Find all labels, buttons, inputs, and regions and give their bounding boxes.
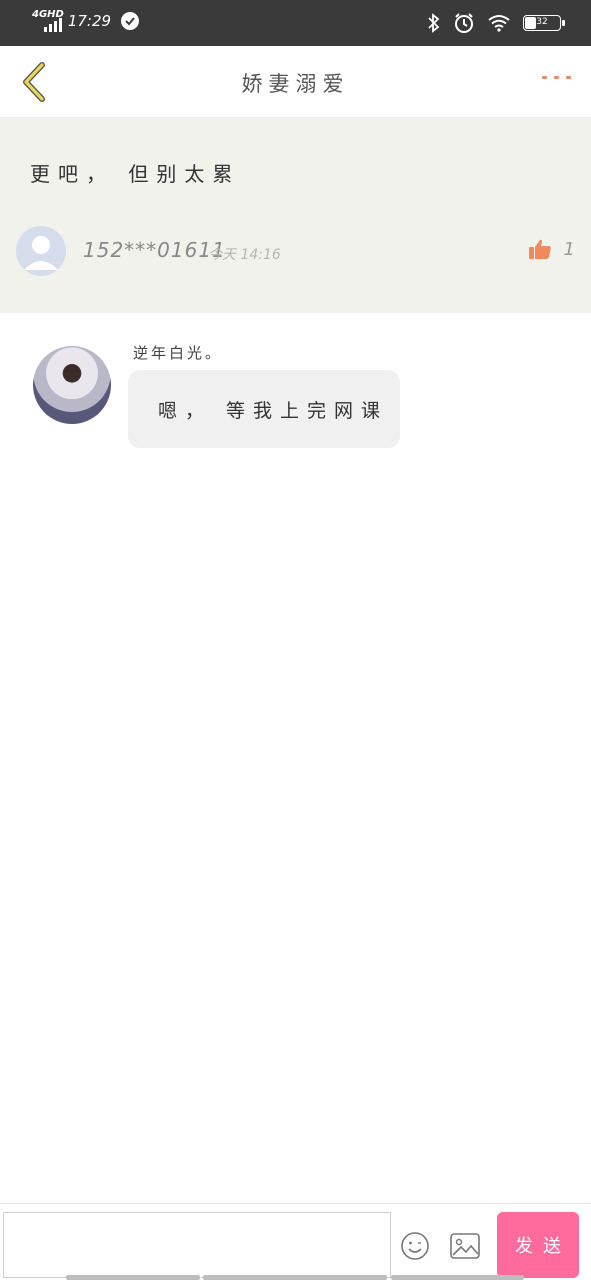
reply-message: 嗯， 等我上完网课 <box>158 400 389 422</box>
alarm-icon <box>455 13 473 33</box>
status-right: 32 <box>427 12 565 34</box>
thumbs-up-icon <box>528 239 551 259</box>
like-button[interactable]: 1 <box>528 238 575 260</box>
app-header: 娇妻溺爱 <box>0 46 591 118</box>
default-avatar-icon <box>24 236 58 270</box>
send-button[interactable]: 发送 <box>497 1212 579 1278</box>
more-options-button[interactable] <box>542 76 571 79</box>
post-text: 更吧， 但别太累 <box>30 162 241 186</box>
post-username[interactable]: 152***01611 <box>83 238 226 262</box>
status-time: 17:29 <box>67 12 112 30</box>
page-title: 娇妻溺爱 <box>241 72 350 96</box>
reply-username[interactable]: 逆年白光。 <box>133 342 223 363</box>
battery-icon: 32 <box>523 15 565 31</box>
status-bar: 4GHD 17:29 32 <box>0 0 591 46</box>
more-dots-icon <box>542 76 547 79</box>
battery-level: 32 <box>536 17 548 27</box>
emoji-button[interactable] <box>400 1231 430 1261</box>
check-icon <box>121 12 140 30</box>
bluetooth-icon <box>428 13 440 33</box>
emoji-icon <box>401 1232 429 1260</box>
avatar[interactable] <box>33 346 111 424</box>
nav-handle <box>391 1275 524 1280</box>
avatar[interactable] <box>16 226 66 276</box>
nav-handle <box>66 1275 200 1280</box>
image-button[interactable] <box>449 1232 481 1260</box>
nav-handle <box>203 1275 387 1280</box>
network-type: 4GHD <box>32 9 64 20</box>
original-post: 更吧， 但别太累 152***01611 今天 14:16 1 <box>0 118 591 313</box>
signal-icon <box>43 18 62 32</box>
reply-bubble: 嗯， 等我上完网课 <box>128 370 400 448</box>
more-dot <box>566 76 571 79</box>
post-timestamp: 今天 14:16 <box>208 247 281 263</box>
status-left: 4GHD 17:29 <box>32 9 140 32</box>
comment-input[interactable] <box>3 1212 391 1278</box>
wifi-icon <box>488 15 510 32</box>
like-count: 1 <box>563 238 575 260</box>
image-icon <box>450 1233 480 1259</box>
more-dot <box>554 76 559 79</box>
comment-composer: 发送 <box>0 1203 591 1280</box>
